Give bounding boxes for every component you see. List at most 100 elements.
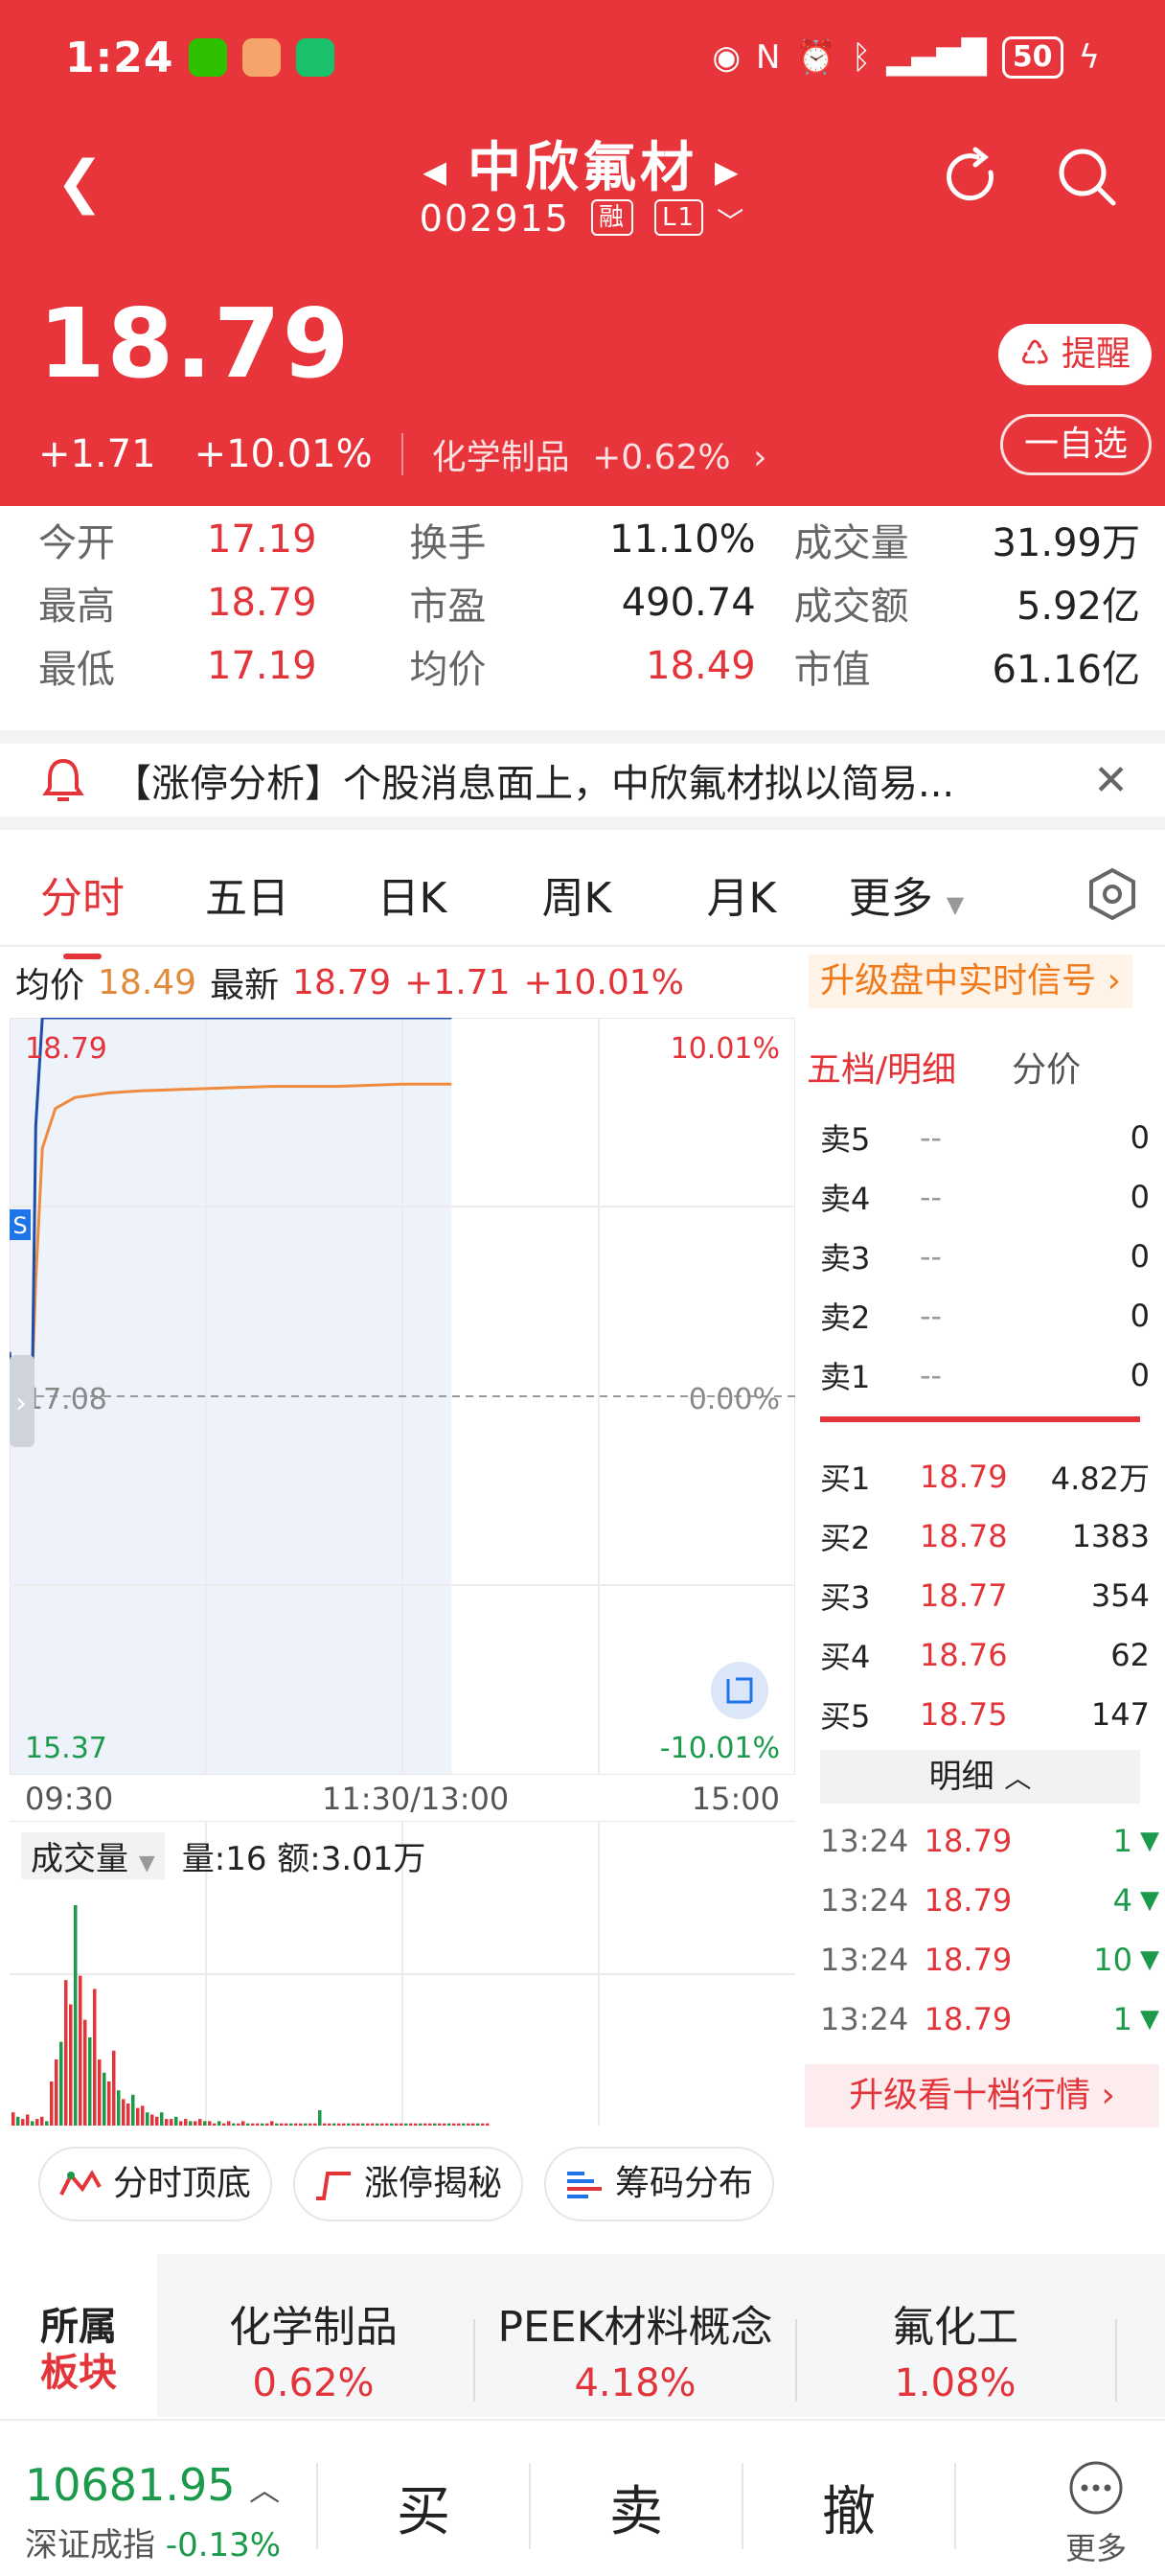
battery-indicator: 50 — [1001, 36, 1063, 79]
sell-button[interactable]: 卖 — [540, 2469, 732, 2546]
volume-bar — [189, 2121, 193, 2126]
index-value[interactable]: 10681.95 ︿ — [25, 2459, 280, 2511]
buy-order-price: 18.77 — [920, 1577, 1008, 1614]
buy-order-qty: 354 — [1090, 1577, 1150, 1614]
buy-order-level: 买3 — [820, 1579, 871, 1616]
next-stock-icon[interactable]: ▶ — [715, 153, 742, 190]
price-change-pct: +10.01% — [194, 432, 373, 476]
detail-toggle[interactable]: 明细 ︿ — [820, 1750, 1140, 1804]
volume-selector[interactable]: 成交量 ▼ — [21, 1832, 165, 1879]
down-arrow-icon: ▼ — [1140, 1945, 1159, 1974]
volume-bar — [16, 2116, 20, 2126]
sell-order-row[interactable]: 卖3 -- 0 — [805, 1227, 1159, 1286]
mid-pct-label: 0.00% — [689, 1383, 780, 1416]
intraday-info-bar: 均价 18.49 最新 18.79 +1.71 +10.01% 升级盘中实时信号… — [15, 954, 1155, 1010]
search-icon[interactable] — [1054, 144, 1121, 211]
volume-bar — [447, 2123, 451, 2126]
status-bar: 1:24 ◉ N ⏰ ᛒ ▂▄▆█ 50 ϟ — [65, 29, 1100, 86]
volume-bar — [371, 2123, 375, 2126]
tab-price-breakdown[interactable]: 分价 — [1012, 1042, 1081, 1092]
more-button[interactable]: 更多 — [1065, 2459, 1127, 2568]
buy-order-row[interactable]: 买5 18.75 147 — [805, 1685, 1159, 1744]
volume-bar — [83, 2019, 87, 2126]
sector-item-peek[interactable]: PEEK材料概念 4.18% — [477, 2292, 793, 2405]
buy-order-qty: 1383 — [1071, 1518, 1150, 1554]
volume-bar — [342, 2123, 346, 2126]
stats-row: 最高 18.79 市盈 490.74 成交额 5.92亿 — [38, 571, 1140, 634]
tick-time: 13:24 — [820, 1942, 909, 1978]
tab-five-day[interactable]: 五日 — [165, 863, 330, 925]
volume-bar — [241, 2121, 245, 2126]
volume-bar — [352, 2123, 355, 2126]
limit-up-reveal-button[interactable]: 涨停揭秘 — [293, 2147, 524, 2221]
prev-stock-icon[interactable]: ◀ — [423, 153, 450, 190]
sector-item-fluorine[interactable]: 氟化工 1.08% — [797, 2292, 1113, 2405]
volume-bar — [69, 2004, 73, 2126]
sell-order-row[interactable]: 卖5 -- 0 — [805, 1108, 1159, 1167]
tab-monthly-k[interactable]: 月K — [659, 863, 824, 925]
volume-bar — [126, 2104, 130, 2126]
volume-bar — [289, 2123, 293, 2126]
alert-button[interactable]: ♺ 提醒 — [998, 324, 1152, 385]
stats-panel: 今开 17.19 换手 11.10% 成交量 31.99万 最高 18.79 市… — [38, 508, 1140, 698]
volume-bar — [237, 2123, 240, 2126]
tick-price: 18.79 — [924, 1942, 1013, 1978]
buy-order-row[interactable]: 买3 18.77 354 — [805, 1566, 1159, 1625]
stock-code: 002915 — [419, 197, 570, 240]
tab-daily-k[interactable]: 日K — [330, 863, 494, 925]
volume-bar — [380, 2123, 384, 2126]
volume-header: 成交量 ▼ 量:16 额:3.01万 — [21, 1832, 425, 1879]
tick-time: 13:24 — [820, 2001, 909, 2037]
tab-depth-detail[interactable]: 五档/明细 — [807, 1042, 956, 1092]
buy-order-row[interactable]: 买1 18.79 4.82万 — [805, 1447, 1159, 1506]
volume-bar — [476, 2123, 480, 2126]
time-start: 09:30 — [25, 1781, 114, 1817]
tab-more[interactable]: 更多 ▼ — [824, 863, 989, 925]
sell-order-row[interactable]: 卖4 -- 0 — [805, 1167, 1159, 1227]
price-change: +1.71 — [38, 432, 156, 476]
chart-tabs: 分时 五日 日K 周K 月K 更多 ▼ — [0, 843, 1165, 959]
watchlist-button[interactable]: 一自选 — [999, 414, 1152, 475]
cancel-order-button[interactable]: 撤 — [753, 2469, 945, 2546]
volume-bar — [11, 2112, 15, 2126]
buy-button[interactable]: 买 — [328, 2469, 519, 2546]
chip-distribution-button[interactable]: 筹码分布 — [544, 2147, 775, 2221]
volume-bar — [366, 2123, 370, 2126]
tick-qty: 1 — [1112, 1823, 1132, 1859]
upgrade-ten-level-button[interactable]: 升级看十档行情 › — [805, 2064, 1159, 2128]
tick-price: 18.79 — [924, 1882, 1013, 1919]
sell-order-row[interactable]: 卖1 -- 0 — [805, 1346, 1159, 1405]
buy-order-row[interactable]: 买4 18.76 62 — [805, 1625, 1159, 1685]
fullscreen-icon[interactable] — [711, 1662, 768, 1719]
volume-bar — [395, 2123, 399, 2126]
buy-order-row[interactable]: 买2 18.78 1383 — [805, 1506, 1159, 1566]
volume-bar — [112, 2050, 116, 2126]
close-icon[interactable]: ✕ — [1093, 756, 1129, 805]
alarm-icon: ⏰ — [795, 38, 836, 77]
stat-label: 成交量 — [793, 521, 909, 565]
refresh-icon[interactable] — [937, 144, 1004, 211]
news-banner[interactable]: 【涨停分析】个股消息面上，中欣氟材拟以简易... ✕ — [0, 730, 1165, 830]
sell-order-qty: 0 — [1130, 1179, 1150, 1215]
sector-item-chemical[interactable]: 化学制品 0.62% — [155, 2292, 471, 2405]
volume-bar — [347, 2123, 351, 2126]
settings-icon[interactable] — [1088, 867, 1136, 921]
low-price-label: 15.37 — [25, 1732, 107, 1765]
volume-bar — [88, 2037, 92, 2126]
tab-weekly-k[interactable]: 周K — [494, 863, 659, 925]
volume-bar — [40, 2116, 44, 2126]
tick-price: 18.79 — [924, 2001, 1013, 2037]
volume-bar — [150, 2114, 154, 2126]
volume-bar — [74, 1905, 78, 2126]
upgrade-signal-button[interactable]: 升级盘中实时信号 › — [809, 954, 1132, 1008]
volume-bar — [313, 2123, 317, 2126]
sell-order-row[interactable]: 卖2 -- 0 — [805, 1286, 1159, 1346]
sector-link[interactable]: 化学制品 +0.62% › — [432, 429, 767, 479]
intraday-chart[interactable]: 18.79 10.01% 17.08 0.00% 15.37 -10.01% S… — [10, 1018, 795, 1775]
status-icons: ◉ N ⏰ ᛒ ▂▄▆█ 50 ϟ — [712, 36, 1100, 79]
volume-bar — [261, 2123, 264, 2126]
tick-time: 13:24 — [820, 1823, 909, 1859]
volume-bar — [136, 2107, 140, 2126]
tab-intraday[interactable]: 分时 — [0, 863, 165, 959]
intraday-top-bottom-button[interactable]: 分时顶底 — [38, 2147, 273, 2221]
